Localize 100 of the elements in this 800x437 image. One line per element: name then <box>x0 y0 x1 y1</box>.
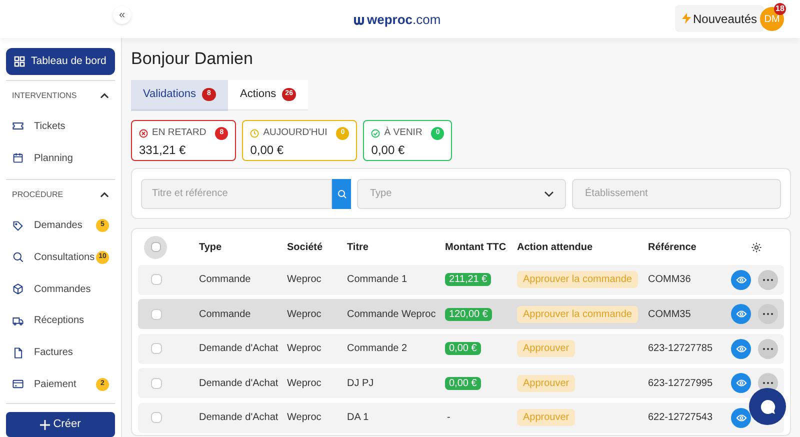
view-button[interactable] <box>731 373 751 393</box>
eye-icon <box>736 379 746 387</box>
table-cell: DJ PJ <box>347 378 374 388</box>
type-dropdown[interactable]: Type <box>357 178 566 208</box>
card-amount: 0,00 € <box>371 142 406 160</box>
table-cell: Commande 1 <box>347 274 408 285</box>
action-badge: Approuver la commande <box>517 271 638 288</box>
table-row[interactable]: Commande Weproc Commande 1 211,21 € Approuver la commande COMM36 <box>138 264 784 294</box>
more-button[interactable] <box>758 270 778 290</box>
table-cell: Weproc <box>287 378 322 388</box>
card-label: AUJOURD'HUI <box>263 126 328 140</box>
chevron-up-icon <box>100 192 109 198</box>
settings-icon[interactable] <box>750 242 762 252</box>
calendar-icon <box>12 152 24 164</box>
eye-icon <box>736 344 746 352</box>
search-field[interactable]: Titre et référence <box>141 178 332 208</box>
column-header: Action attendue <box>517 242 593 252</box>
table-cell: Weproc <box>287 274 322 285</box>
chat-bubble-icon <box>760 398 776 414</box>
amount-badge: 0,00 € <box>445 342 481 355</box>
plus-icon <box>40 420 50 430</box>
section-header[interactable]: INTERVENTIONS <box>6 80 115 111</box>
table-cell: COMM35 <box>648 308 691 320</box>
view-button[interactable] <box>731 338 751 358</box>
column-header: Titre <box>347 242 368 252</box>
ticket-icon <box>12 120 24 132</box>
chevron-down-icon <box>544 190 554 196</box>
table-cell: 623-12727785 <box>648 343 713 354</box>
eye-icon <box>736 276 746 284</box>
row-checkbox[interactable] <box>151 378 162 388</box>
chevron-up-icon <box>100 92 109 99</box>
table-cell: Weproc <box>287 343 322 354</box>
lightning-icon <box>682 13 691 24</box>
action-badge: Approuver <box>517 340 576 357</box>
table-row[interactable]: Commande Weproc Commande Weproc 120,00 € Approuver la commande COMM35 <box>138 299 784 329</box>
row-checkbox[interactable] <box>151 274 162 285</box>
clock-icon <box>250 128 260 138</box>
sidebar-item[interactable]: Réceptions <box>6 304 115 337</box>
notification-badge: 18 <box>774 3 786 15</box>
column-header: Montant TTC <box>445 242 506 252</box>
collapse-button[interactable]: « <box>113 6 131 24</box>
row-checkbox[interactable] <box>151 343 162 354</box>
card-amount: 0,00 € <box>250 142 285 160</box>
grid-icon <box>14 56 25 67</box>
view-button[interactable] <box>731 408 751 428</box>
truck-icon <box>12 314 24 327</box>
box-icon <box>12 283 24 296</box>
sidebar-item[interactable]: Factures <box>6 336 115 368</box>
amount-badge: 211,21 € <box>445 273 492 286</box>
search-button[interactable] <box>332 178 351 208</box>
sidebar-item[interactable]: Planning <box>6 142 115 174</box>
table-cell: Commande <box>199 274 251 285</box>
card-label: EN RETARD <box>152 126 206 140</box>
more-button[interactable] <box>758 338 778 358</box>
eye-icon <box>736 310 746 318</box>
table-row[interactable]: Demande d'Achat Weproc Commande 2 0,00 € Approuver 623-12727785 <box>138 334 784 364</box>
action-badge: Approuver <box>517 409 576 426</box>
tag-icon <box>12 220 24 232</box>
table-cell: 622-12727543 <box>648 412 713 423</box>
table-cell: Commande <box>199 308 251 320</box>
section-header[interactable]: PROCÉDURE <box>6 180 115 210</box>
table-row[interactable]: Demande d'Achat Weproc DA 1 - Approuver 622-12727543 <box>138 402 784 432</box>
card-icon <box>12 378 24 390</box>
more-button[interactable] <box>758 304 778 324</box>
column-header: Type <box>199 242 222 252</box>
row-checkbox[interactable] <box>151 308 162 320</box>
action-badge: Approuver la commande <box>517 306 638 322</box>
table-row[interactable]: Demande d'Achat Weproc DJ PJ 0,00 € Approuver 623-12727995 <box>138 368 784 398</box>
search-icon <box>12 251 24 264</box>
action-badge: Approuver <box>517 374 576 392</box>
table-cell: COMM36 <box>648 274 691 285</box>
table-cell: DA 1 <box>347 412 369 423</box>
view-button[interactable] <box>731 304 751 324</box>
column-header: Société <box>287 242 323 252</box>
amount-badge: 0,00 € <box>445 376 481 390</box>
table-cell: Weproc <box>287 412 322 423</box>
view-button[interactable] <box>731 270 751 290</box>
amount-badge: 120,00 € <box>445 308 492 320</box>
table-cell: Demande d'Achat <box>199 378 278 388</box>
table-cell-text: - <box>446 412 450 423</box>
row-checkbox[interactable] <box>151 412 162 423</box>
search-icon <box>336 188 346 198</box>
logo-text: weproc.com <box>367 11 441 29</box>
news-button[interactable]: Nouveautés <box>675 5 764 32</box>
create-button[interactable]: Créer <box>6 412 115 437</box>
table-cell: Commande 2 <box>347 343 408 354</box>
table-cell: Demande d'Achat <box>199 412 278 423</box>
select-all-checkbox[interactable] <box>144 236 167 258</box>
sidebar-item[interactable]: Commandes <box>6 273 115 305</box>
card-label: À VENIR <box>384 126 422 140</box>
eye-icon <box>736 414 746 422</box>
check-circle-icon <box>371 128 380 138</box>
dashboard-button[interactable]: Tableau de bord <box>6 48 115 75</box>
sidebar-item[interactable]: Tickets <box>6 110 115 142</box>
table-cell: Commande Weproc <box>347 308 436 320</box>
card-amount: 331,21 € <box>139 142 187 160</box>
file-icon <box>12 346 24 359</box>
column-header: Référence <box>648 242 696 252</box>
table-cell: Weproc <box>287 308 322 320</box>
greeting-heading: Bonjour Damien <box>131 48 254 68</box>
